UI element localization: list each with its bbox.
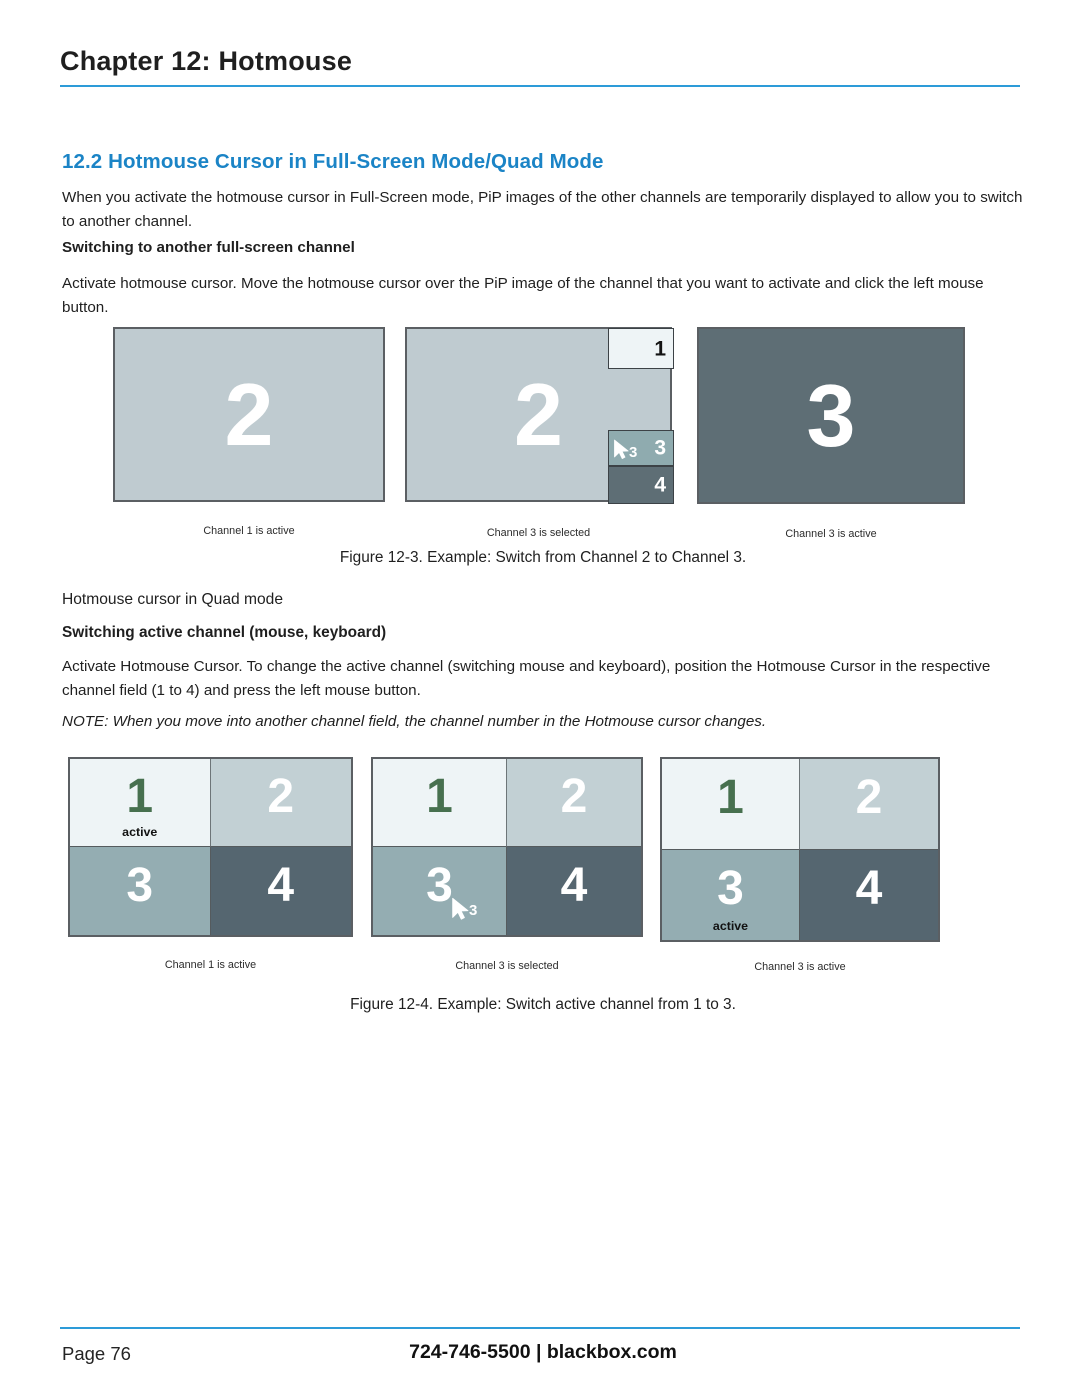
fullscreen-panel-2: 2 1 3 3 4	[405, 327, 674, 504]
section-heading: 12.2 Hotmouse Cursor in Full-Screen Mode…	[62, 150, 604, 173]
note-text: NOTE: When you move into another channel…	[62, 713, 767, 730]
subheading-switching-active-channel: Switching active channel (mouse, keyboar…	[62, 624, 387, 641]
quad-channel-number: 1	[717, 771, 744, 825]
pip-channel-1[interactable]: 1	[608, 328, 674, 369]
figure-12-3-caption: Figure 12-3. Example: Switch from Channe…	[339, 549, 747, 566]
pip-number: 3	[654, 436, 666, 460]
quad-cell-2[interactable]: 2	[210, 759, 351, 847]
pip-channel-3[interactable]: 3 3	[608, 430, 674, 466]
quad-channel-number: 4	[855, 862, 883, 916]
panel-channel-number: 3	[806, 365, 856, 465]
pip-number: 1	[654, 337, 666, 360]
cursor-channel-number: 3	[629, 444, 638, 461]
quad-channel-number: 3	[426, 858, 453, 912]
quad-cell-3[interactable]: 3 active	[662, 849, 800, 940]
quad-active-label: active	[712, 919, 749, 933]
quad-cell-4[interactable]: 4	[507, 847, 641, 935]
panel-3-caption: Channel 3 is active	[785, 528, 877, 540]
quad-channel-number: 4	[560, 858, 588, 912]
quad-cell-1[interactable]: 1 active	[70, 759, 211, 847]
quad-panel-2: 1 2 3 3 4	[371, 757, 643, 937]
hotmouse-cursor: 3	[451, 897, 477, 921]
chapter-header: Chapter 12: Hotmouse	[60, 46, 1020, 88]
chapter-title: Chapter 12: Hotmouse	[60, 46, 353, 76]
paragraph-activate-hotmouse: Activate hotmouse cursor. Move the hotmo…	[62, 275, 984, 316]
cursor-arrow-icon	[452, 897, 469, 920]
subheading-quad-mode: Hotmouse cursor in Quad mode	[62, 591, 284, 608]
pip-channel-4[interactable]: 4	[608, 466, 674, 504]
footer-divider	[60, 1327, 1020, 1329]
quad-cell-3[interactable]: 3 3	[373, 847, 507, 935]
quad-channel-number: 1	[426, 770, 453, 824]
quad-channel-number: 1	[126, 770, 154, 824]
panel-channel-number: 2	[224, 364, 274, 464]
quad-cell-1[interactable]: 1	[662, 759, 800, 850]
quad-panel-1: 1 active 2 3 4	[68, 757, 353, 937]
header-divider	[60, 85, 1020, 88]
cursor-channel-number: 3	[469, 902, 478, 919]
quad-cell-4[interactable]: 4	[800, 849, 938, 940]
cursor-arrow-icon	[614, 439, 629, 459]
quad-panel-1-caption: Channel 1 is active	[164, 959, 257, 971]
quad-active-label: active	[122, 825, 158, 839]
quad-channel-number: 2	[267, 770, 295, 824]
quad-channel-number: 2	[560, 770, 588, 824]
quad-panel-3: 1 2 3 active 4	[660, 757, 940, 942]
quad-cell-2[interactable]: 2	[507, 759, 641, 847]
figure-12-4-caption: Figure 12-4. Example: Switch active chan…	[350, 996, 736, 1013]
paragraph-activate-hotmouse-quad: Activate Hotmouse Cursor. To change the …	[62, 658, 991, 699]
footer-contact: 724-746-5500 | blackbox.com	[409, 1341, 677, 1363]
quad-channel-number: 3	[126, 858, 154, 912]
quad-cell-2[interactable]: 2	[800, 759, 938, 850]
quad-cell-3[interactable]: 3	[70, 847, 211, 935]
hotmouse-cursor: 3	[613, 439, 637, 460]
quad-panel-3-caption: Channel 3 is active	[754, 961, 846, 973]
subheading-switching-fullscreen: Switching to another full-screen channel	[62, 239, 355, 256]
quad-cell-1[interactable]: 1	[373, 759, 507, 847]
pip-number: 4	[654, 473, 666, 497]
panel-2-caption: Channel 3 is selected	[486, 527, 591, 539]
quad-channel-number: 3	[717, 862, 744, 916]
panel-1-caption: Channel 1 is active	[203, 525, 295, 537]
fullscreen-panel-1: 2	[113, 327, 385, 502]
fullscreen-panel-3: 3	[697, 327, 965, 504]
intro-paragraph: When you activate the hotmouse cursor in…	[62, 189, 1023, 230]
document-page: Chapter 12: Hotmouse 12.2 Hotmouse Curso…	[0, 0, 1080, 1397]
quad-panel-2-caption: Channel 3 is selected	[455, 960, 559, 972]
quad-cell-4[interactable]: 4	[210, 847, 351, 935]
quad-channel-number: 2	[855, 771, 883, 825]
quad-channel-number: 4	[267, 858, 295, 912]
